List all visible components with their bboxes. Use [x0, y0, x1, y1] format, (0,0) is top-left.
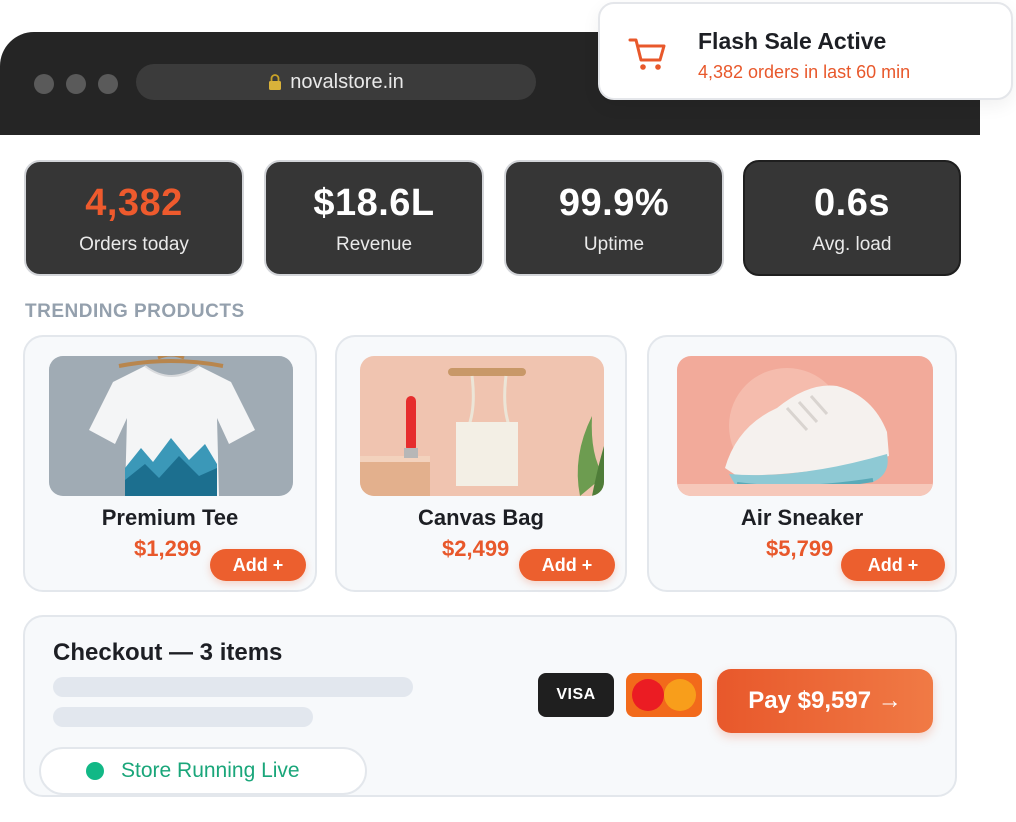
- section-title-trending: TRENDING PRODUCTS: [25, 301, 245, 322]
- store-status-text: Store Running Live: [121, 759, 300, 782]
- stat-label: Avg. load: [812, 234, 892, 255]
- add-to-cart-button[interactable]: Add +: [210, 549, 306, 581]
- stat-card-uptime: 99.9% Uptime: [504, 160, 724, 276]
- mastercard-red-circle: [632, 679, 664, 711]
- stat-card-revenue: $18.6L Revenue: [264, 160, 484, 276]
- skeleton-line: [53, 707, 313, 727]
- address-bar[interactable]: novalstore.in: [136, 64, 536, 100]
- stat-value: $18.6L: [313, 182, 435, 224]
- product-image: [360, 356, 604, 496]
- product-price: $5,799: [766, 536, 834, 561]
- mastercard-payment-option[interactable]: [626, 673, 702, 717]
- product-price: $1,299: [134, 536, 202, 561]
- flash-sale-notification[interactable]: Flash Sale Active 4,382 orders in last 6…: [598, 2, 1013, 100]
- store-status-pill: Store Running Live: [39, 747, 367, 795]
- window-minimize-dot[interactable]: [66, 74, 86, 94]
- window-maximize-dot[interactable]: [98, 74, 118, 94]
- shopping-cart-icon: [628, 38, 666, 70]
- stat-label: Orders today: [79, 234, 189, 255]
- window-close-dot[interactable]: [34, 74, 54, 94]
- product-name: Air Sneaker: [740, 505, 864, 530]
- stat-value: 99.9%: [558, 182, 670, 224]
- product-name: Canvas Bag: [418, 505, 544, 530]
- product-card-tee[interactable]: Premium Tee $1,299 Add +: [23, 335, 317, 592]
- url-text: novalstore.in: [290, 70, 404, 93]
- product-card-bag[interactable]: Canvas Bag $2,499 Add +: [335, 335, 627, 592]
- live-status-dot-icon: [86, 762, 104, 780]
- product-image: [677, 356, 933, 496]
- lock-icon: [269, 74, 282, 90]
- checkout-title: Checkout — 3 items: [53, 639, 283, 666]
- stat-label: Uptime: [583, 234, 645, 255]
- add-to-cart-button[interactable]: Add +: [841, 549, 945, 581]
- stat-value: 4,382: [85, 182, 183, 224]
- toast-title: Flash Sale Active: [698, 28, 887, 54]
- product-name: Premium Tee: [101, 505, 239, 530]
- pay-button[interactable]: Pay $9,597 →: [717, 669, 933, 733]
- mastercard-yellow-circle: [664, 679, 696, 711]
- product-price: $2,499: [442, 536, 510, 561]
- stat-card-orders: 4,382 Orders today: [24, 160, 244, 276]
- visa-payment-option[interactable]: VISA: [538, 673, 614, 717]
- product-image: [49, 356, 293, 496]
- stat-value: 0.6s: [814, 182, 890, 224]
- checkout-panel: Checkout — 3 items VISA Pay $9,597 → Sto…: [23, 615, 957, 797]
- toast-subtitle: 4,382 orders in last 60 min: [698, 62, 911, 82]
- add-to-cart-button[interactable]: Add +: [519, 549, 615, 581]
- stat-card-load: 0.6s Avg. load: [743, 160, 961, 276]
- product-card-sneaker[interactable]: Air Sneaker $5,799 Add +: [647, 335, 957, 592]
- stat-label: Revenue: [335, 234, 413, 255]
- skeleton-line: [53, 677, 413, 697]
